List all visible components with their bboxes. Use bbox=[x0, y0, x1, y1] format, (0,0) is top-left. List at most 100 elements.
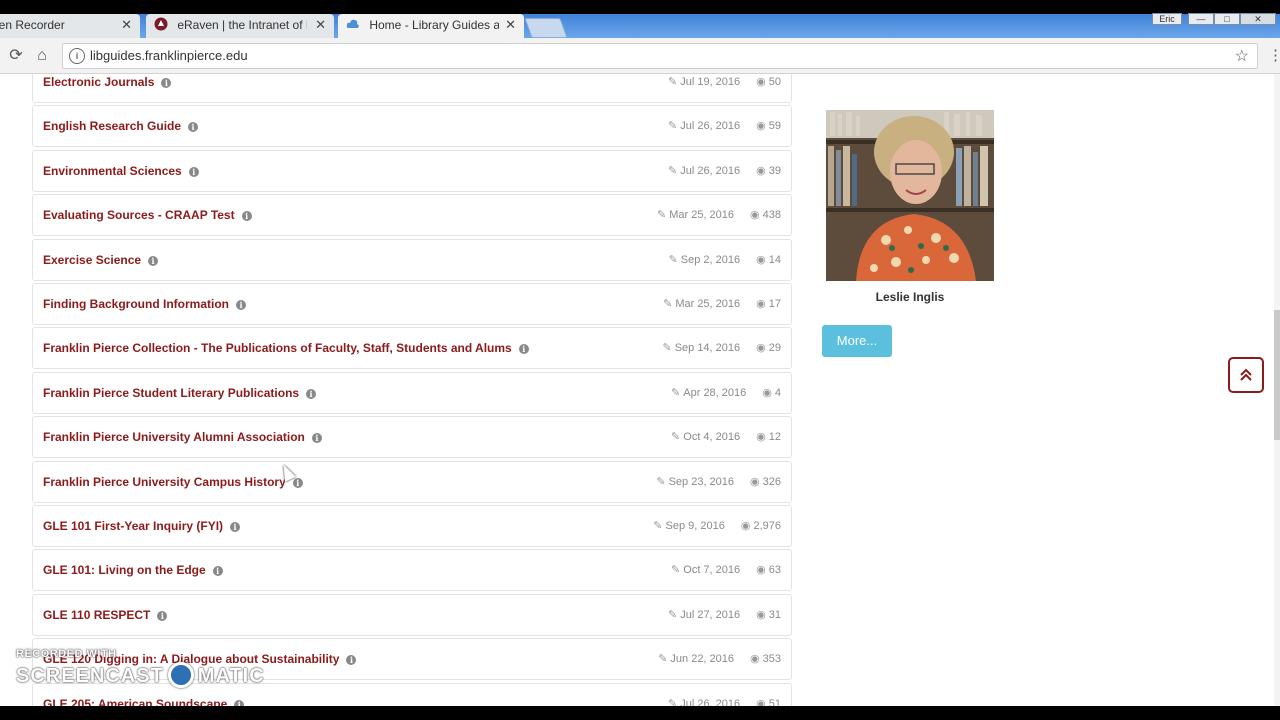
guide-views: ◉ 51 bbox=[756, 698, 781, 706]
info-icon[interactable]: i bbox=[346, 655, 357, 666]
eye-icon: ◉ bbox=[762, 386, 772, 399]
guide-title[interactable]: Environmental Sciences bbox=[43, 164, 182, 178]
reload-icon[interactable]: ⟳ bbox=[6, 46, 26, 66]
guide-meta: ✎ Jun 22, 2016 ◉ 353 bbox=[658, 652, 781, 665]
guide-title[interactable]: Evaluating Sources - CRAAP Test bbox=[43, 208, 235, 222]
info-icon[interactable]: i bbox=[236, 300, 246, 310]
eye-icon: ◉ bbox=[756, 431, 766, 444]
more-button[interactable]: More... bbox=[822, 325, 892, 357]
guide-link[interactable]: Franklin Pierce University Alumni Associ… bbox=[43, 430, 322, 444]
guide-title[interactable]: English Research Guide bbox=[43, 119, 181, 133]
guide-row[interactable]: Evaluating Sources - CRAAP Test i ✎ Mar 25,… bbox=[32, 194, 792, 237]
guide-title[interactable]: Franklin Pierce University Alumni Associ… bbox=[43, 430, 305, 444]
guide-link[interactable]: Exercise Science i bbox=[43, 253, 159, 267]
guide-link[interactable]: Franklin Pierce University Campus Histor… bbox=[43, 475, 303, 489]
guide-title[interactable]: Exercise Science bbox=[43, 253, 141, 267]
bookmark-star-icon[interactable]: ☆ bbox=[1235, 46, 1249, 66]
info-icon[interactable]: i bbox=[230, 522, 241, 532]
eye-icon: ◉ bbox=[750, 209, 760, 222]
back-to-top-button[interactable] bbox=[1228, 357, 1264, 393]
guide-title[interactable]: Franklin Pierce University Campus Histor… bbox=[43, 475, 286, 489]
info-icon[interactable]: i bbox=[292, 477, 303, 488]
guide-meta: ✎ Sep 2, 2016 ◉ 14 bbox=[669, 253, 781, 266]
guide-link[interactable]: English Research Guide i bbox=[43, 119, 199, 133]
guide-row[interactable]: Franklin Pierce University Alumni Associ… bbox=[32, 416, 792, 459]
guide-title[interactable]: Finding Background Information bbox=[43, 297, 229, 311]
info-icon[interactable]: i bbox=[212, 566, 223, 577]
eye-icon: ◉ bbox=[756, 697, 766, 706]
guide-link[interactable]: Franklin Pierce Collection - The Publica… bbox=[43, 341, 529, 355]
guide-link[interactable]: Environmental Sciences i bbox=[43, 164, 199, 178]
guide-title[interactable]: Electronic Journals bbox=[43, 75, 154, 89]
guide-row[interactable]: English Research Guide i ✎ Jul 26, 2016 ◉ 59 bbox=[32, 105, 792, 148]
guide-link[interactable]: Electronic Journals i bbox=[43, 75, 172, 89]
librarian-photo bbox=[826, 110, 994, 281]
info-icon[interactable]: i bbox=[188, 122, 199, 133]
edit-icon: ✎ bbox=[667, 697, 678, 706]
guide-view-count: 4 bbox=[774, 386, 781, 399]
guide-meta: ✎ Apr 28, 2016 ◉ 4 bbox=[671, 386, 781, 399]
info-icon[interactable]: i bbox=[161, 78, 172, 88]
guide-link[interactable]: Finding Background Information i bbox=[43, 297, 246, 311]
guide-link[interactable]: GLE 101 First-Year Inquiry (FYI) i bbox=[43, 519, 241, 533]
guide-title[interactable]: GLE 205: American Soundscape bbox=[43, 697, 227, 706]
guide-link[interactable]: Evaluating Sources - CRAAP Test i bbox=[43, 208, 252, 222]
guide-row[interactable]: Environmental Sciences i ✎ Jul 26, 2016 ◉ 39 bbox=[32, 149, 792, 192]
guide-view-count: 31 bbox=[768, 608, 781, 621]
scrollbar-thumb[interactable] bbox=[1274, 310, 1280, 440]
guide-meta: ✎ Jul 26, 2016 ◉ 51 bbox=[668, 697, 781, 706]
info-icon[interactable]: i bbox=[188, 166, 199, 177]
tab-eraven[interactable]: eRaven | the Intranet of F ✕ bbox=[146, 14, 334, 38]
close-icon[interactable]: ✕ bbox=[505, 14, 516, 36]
guide-updated-date: Jul 26, 2016 bbox=[680, 120, 741, 133]
guide-view-count: 12 bbox=[768, 431, 781, 444]
guide-link[interactable]: Franklin Pierce Student Literary Publica… bbox=[43, 386, 317, 400]
profile-button[interactable]: Eric bbox=[1152, 13, 1182, 25]
new-tab-button[interactable] bbox=[524, 18, 568, 38]
close-icon[interactable]: ✕ bbox=[315, 14, 326, 36]
info-icon[interactable]: i bbox=[306, 388, 317, 399]
guide-row[interactable]: GLE 110 RESPECT i ✎ Jul 27, 2016 ◉ 31 bbox=[32, 593, 792, 636]
guide-row[interactable]: Franklin Pierce Student Literary Publica… bbox=[32, 371, 792, 414]
guide-title[interactable]: GLE 101 First-Year Inquiry (FYI) bbox=[43, 519, 223, 533]
minimize-icon[interactable]: — bbox=[1188, 13, 1214, 25]
guide-link[interactable]: GLE 101: Living on the Edge i bbox=[43, 563, 223, 577]
tab-library-guides[interactable]: Home - Library Guides at ✕ bbox=[338, 14, 524, 38]
guide-title[interactable]: GLE 110 RESPECT bbox=[43, 608, 150, 622]
guide-row[interactable]: Electronic Journals i ✎ Jul 19, 2016 ◉ 50 bbox=[32, 74, 792, 103]
edit-icon: ✎ bbox=[653, 520, 663, 532]
info-icon[interactable]: i bbox=[518, 344, 529, 355]
maximize-icon[interactable]: □ bbox=[1214, 13, 1240, 25]
info-icon[interactable]: i bbox=[311, 433, 322, 444]
guide-row[interactable]: GLE 101 First-Year Inquiry (FYI) i ✎ Sep 9,… bbox=[32, 505, 792, 547]
tab-screen-recorder[interactable]: reen Recorder ✕ bbox=[0, 14, 140, 38]
guide-views: ◉ 353 bbox=[750, 653, 781, 665]
guide-row[interactable]: Franklin Pierce Collection - The Publica… bbox=[32, 327, 792, 370]
guide-meta: ✎ Oct 4, 2016 ◉ 12 bbox=[671, 430, 781, 443]
edit-icon: ✎ bbox=[671, 386, 681, 399]
guide-row[interactable]: Exercise Science i ✎ Sep 2, 2016 ◉ 14 bbox=[32, 238, 792, 281]
guide-views: ◉ 326 bbox=[750, 476, 781, 488]
site-info-icon[interactable]: i bbox=[69, 48, 85, 64]
guide-updated-date: Mar 25, 2016 bbox=[669, 209, 735, 222]
guide-link[interactable]: GLE 110 RESPECT i bbox=[43, 608, 168, 622]
home-icon[interactable]: ⌂ bbox=[32, 46, 52, 66]
info-icon[interactable]: i bbox=[157, 610, 168, 621]
info-icon[interactable]: i bbox=[148, 255, 159, 266]
guide-updated-date: Jun 22, 2016 bbox=[670, 653, 735, 666]
guide-row[interactable]: Franklin Pierce University Campus Histor… bbox=[32, 460, 792, 503]
close-icon[interactable]: ✕ bbox=[121, 14, 132, 36]
browser-menu-icon[interactable]: ⋮ bbox=[1268, 46, 1280, 66]
guide-row[interactable]: Finding Background Information i ✎ Mar 25, … bbox=[32, 283, 792, 325]
url-input[interactable]: i libguides.franklinpierce.edu ☆ bbox=[62, 43, 1258, 69]
guide-row[interactable]: GLE 101: Living on the Edge i ✎ Oct 7, 2016… bbox=[32, 549, 792, 592]
info-icon[interactable]: i bbox=[241, 211, 252, 222]
guide-title[interactable]: Franklin Pierce Collection - The Publica… bbox=[43, 341, 512, 355]
close-window-icon[interactable]: ✕ bbox=[1240, 13, 1276, 25]
edit-icon: ✎ bbox=[662, 342, 672, 355]
guide-title[interactable]: GLE 101: Living on the Edge bbox=[43, 563, 206, 577]
guide-meta: ✎ Jul 27, 2016 ◉ 31 bbox=[668, 608, 781, 621]
guide-title[interactable]: Franklin Pierce Student Literary Publica… bbox=[43, 386, 299, 400]
guide-meta: ✎ Sep 9, 2016 ◉ 2,976 bbox=[653, 519, 781, 532]
guide-link[interactable]: GLE 205: American Soundscape i bbox=[43, 697, 245, 706]
